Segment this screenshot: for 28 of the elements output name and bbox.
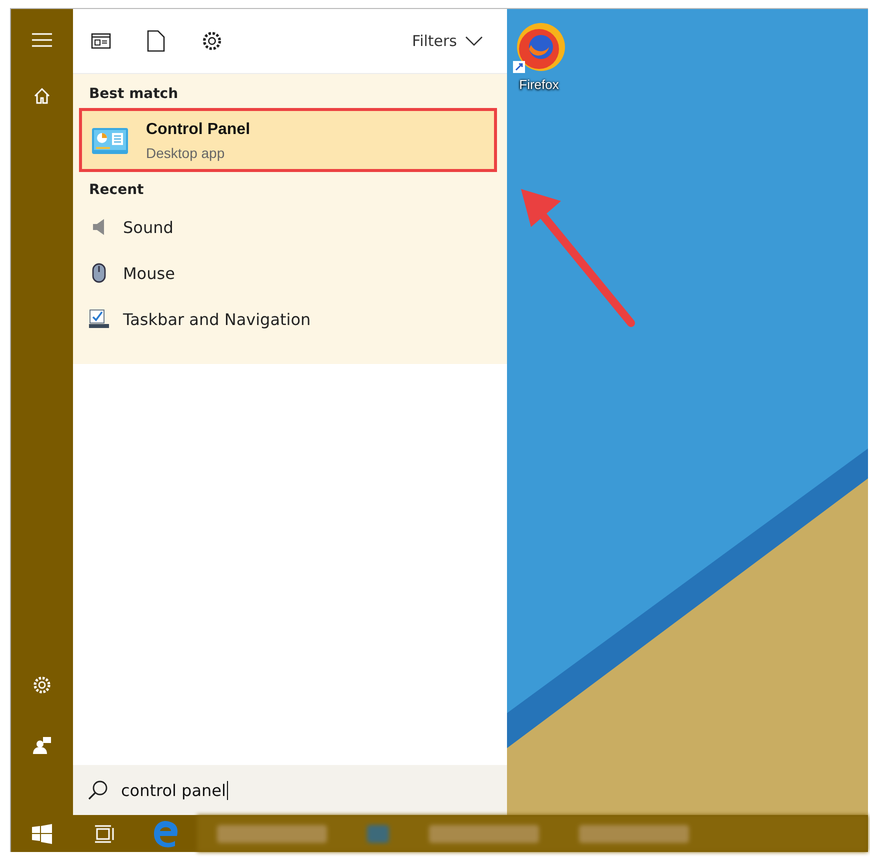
search-text: control panel — [121, 780, 228, 800]
control-panel-icon — [92, 127, 128, 155]
filters-dropdown[interactable]: Filters — [406, 31, 489, 51]
user-icon — [32, 735, 52, 755]
chevron-down-icon — [465, 36, 483, 46]
menu-icon — [32, 33, 52, 47]
result-title: Control Panel — [146, 121, 250, 139]
section-heading: Best match — [88, 85, 180, 104]
result-item[interactable]: Control Panel Desktop app — [82, 111, 494, 169]
settings-filter-button[interactable] — [201, 30, 223, 52]
task-view-icon — [93, 824, 115, 844]
settings-icon — [32, 675, 52, 695]
apps-filter-button[interactable] — [91, 33, 111, 49]
window-icon — [91, 33, 111, 49]
search-icon — [87, 779, 109, 801]
documents-filter-button[interactable] — [147, 30, 165, 52]
browser-e-icon — [152, 820, 180, 848]
recent-item[interactable]: Taskbar and Navigation — [73, 296, 507, 342]
recent-item[interactable]: Mouse — [73, 250, 507, 296]
recent-item[interactable]: Sound — [73, 204, 507, 250]
section-heading: Recent — [88, 181, 145, 200]
result-subtitle: Desktop app — [146, 145, 226, 161]
taskbar-settings-icon — [89, 309, 109, 329]
settings-icon — [201, 30, 223, 52]
document-icon — [147, 30, 165, 52]
search-field[interactable]: control panel — [73, 765, 507, 815]
home-icon — [33, 87, 51, 105]
windows-logo-icon — [32, 824, 52, 844]
